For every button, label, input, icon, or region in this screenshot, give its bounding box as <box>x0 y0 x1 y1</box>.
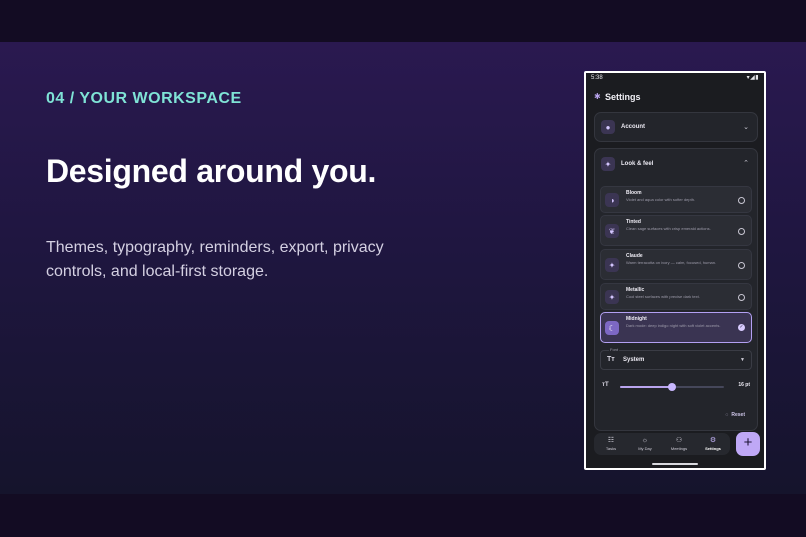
status-icons: ▾◢▮ <box>746 75 759 81</box>
account-section[interactable]: ● Account ⌄ <box>594 112 758 142</box>
slide-body: Themes, typography, reminders, export, p… <box>46 239 384 280</box>
slider-fill <box>620 386 672 388</box>
sparkle-icon: ✦ <box>605 290 619 304</box>
tasks-icon: ☷ <box>607 437 615 444</box>
chevron-down-icon[interactable]: ⌄ <box>743 123 749 131</box>
app-bar: ✱ Settings <box>594 90 641 104</box>
nav-my-day[interactable]: ☼ My Day <box>628 433 662 455</box>
theme-radio[interactable] <box>738 197 745 204</box>
reset-label: Reset <box>731 412 745 418</box>
slide-headline: Designed around you. <box>46 153 377 189</box>
nav-meetings[interactable]: ⚇ Meetings <box>662 433 696 455</box>
theme-radio[interactable] <box>738 262 745 269</box>
people-icon: ⚇ <box>675 437 683 444</box>
theme-option-claude[interactable]: ✦ Claude Warm terracotta on ivory — calm… <box>600 249 752 280</box>
nav-label: Meetings <box>670 446 688 451</box>
font-legend: Font <box>609 347 620 352</box>
nav-label: Settings <box>705 446 721 451</box>
gear-icon: ⚙ <box>709 437 717 444</box>
sparkle-icon: ✦ <box>605 258 619 272</box>
theme-option-metallic[interactable]: ✦ Metallic Cool steel surfaces with prec… <box>600 283 752 310</box>
theme-name: Tinted <box>626 219 641 225</box>
home-indicator <box>652 463 698 465</box>
theme-name: Midnight <box>626 316 647 322</box>
text-size-value: 16 pt <box>738 382 750 388</box>
nav-tasks[interactable]: ☷ Tasks <box>594 433 628 455</box>
phone-frame: 5:38 ▾◢▮ ✱ Settings ● Account ⌄ ✦ Look &… <box>584 71 766 470</box>
font-type-icon: Tт <box>607 356 615 363</box>
status-bar: 5:38 ▾◢▮ <box>586 73 764 84</box>
nav-settings[interactable]: ⚙ Settings <box>696 433 730 455</box>
phone-screen: 5:38 ▾◢▮ ✱ Settings ● Account ⌄ ✦ Look &… <box>586 73 764 468</box>
text-size-row: тT 16 pt <box>600 379 752 393</box>
font-select[interactable]: Font Tт System ▼ <box>600 347 752 370</box>
chevron-up-icon[interactable]: ⌃ <box>743 159 749 167</box>
check-icon[interactable]: ✓ <box>738 324 745 331</box>
status-time: 5:38 <box>591 75 603 81</box>
slider-thumb[interactable] <box>668 383 676 391</box>
settings-logo-icon: ✱ <box>594 92 601 101</box>
look-and-feel-label: Look & feel <box>621 161 654 167</box>
half-circle-icon: ◑ <box>605 193 619 207</box>
add-button[interactable]: + <box>736 432 760 456</box>
theme-name: Metallic <box>626 287 645 293</box>
reset-button[interactable]: ◌ Reset <box>725 412 745 418</box>
bottom-nav: ☷ Tasks ☼ My Day ⚇ Meetings ⚙ Settings <box>594 433 730 455</box>
theme-radio[interactable] <box>738 294 745 301</box>
sparkle-icon: ✦ <box>601 157 615 171</box>
theme-option-bloom[interactable]: ◑ Bloom Violet and aqua color with softe… <box>600 186 752 213</box>
theme-option-tinted[interactable]: ❦ Tinted Clean sage surfaces with crisp … <box>600 215 752 246</box>
theme-name: Claude <box>626 253 643 259</box>
theme-desc: Dark mode: deep indigo night with soft v… <box>626 323 721 328</box>
moon-icon: ☾ <box>605 321 619 335</box>
theme-option-midnight[interactable]: ☾ Midnight Dark mode: deep indigo night … <box>600 312 752 343</box>
look-and-feel-section: ✦ Look & feel ⌃ ◑ Bloom Violet and aqua … <box>594 148 758 431</box>
leaf-icon: ❦ <box>605 224 619 238</box>
nav-label: My Day <box>638 446 652 451</box>
font-value: System <box>623 357 645 363</box>
nav-label: Tasks <box>605 446 617 451</box>
theme-desc: Warm terracotta on ivory — calm, focused… <box>626 260 717 265</box>
reset-icon: ◌ <box>725 412 729 418</box>
text-size-slider[interactable] <box>620 383 724 391</box>
dropdown-arrow-icon: ▼ <box>740 357 745 363</box>
theme-radio[interactable] <box>738 228 745 235</box>
theme-name: Bloom <box>626 190 642 196</box>
theme-desc: Cool steel surfaces with precise dark te… <box>626 294 700 299</box>
account-icon: ● <box>601 120 615 134</box>
section-eyebrow: 04 / YOUR WORKSPACE <box>46 90 242 107</box>
theme-desc: Clean sage surfaces with crisp emerald a… <box>626 226 711 231</box>
page-title: Settings <box>605 92 641 102</box>
account-label: Account <box>621 124 645 130</box>
text-size-icon: тT <box>602 382 609 388</box>
sun-icon: ☼ <box>641 437 649 444</box>
theme-desc: Violet and aqua color with softer depth. <box>626 197 696 202</box>
look-and-feel-header[interactable]: ✦ Look & feel <box>601 157 653 171</box>
